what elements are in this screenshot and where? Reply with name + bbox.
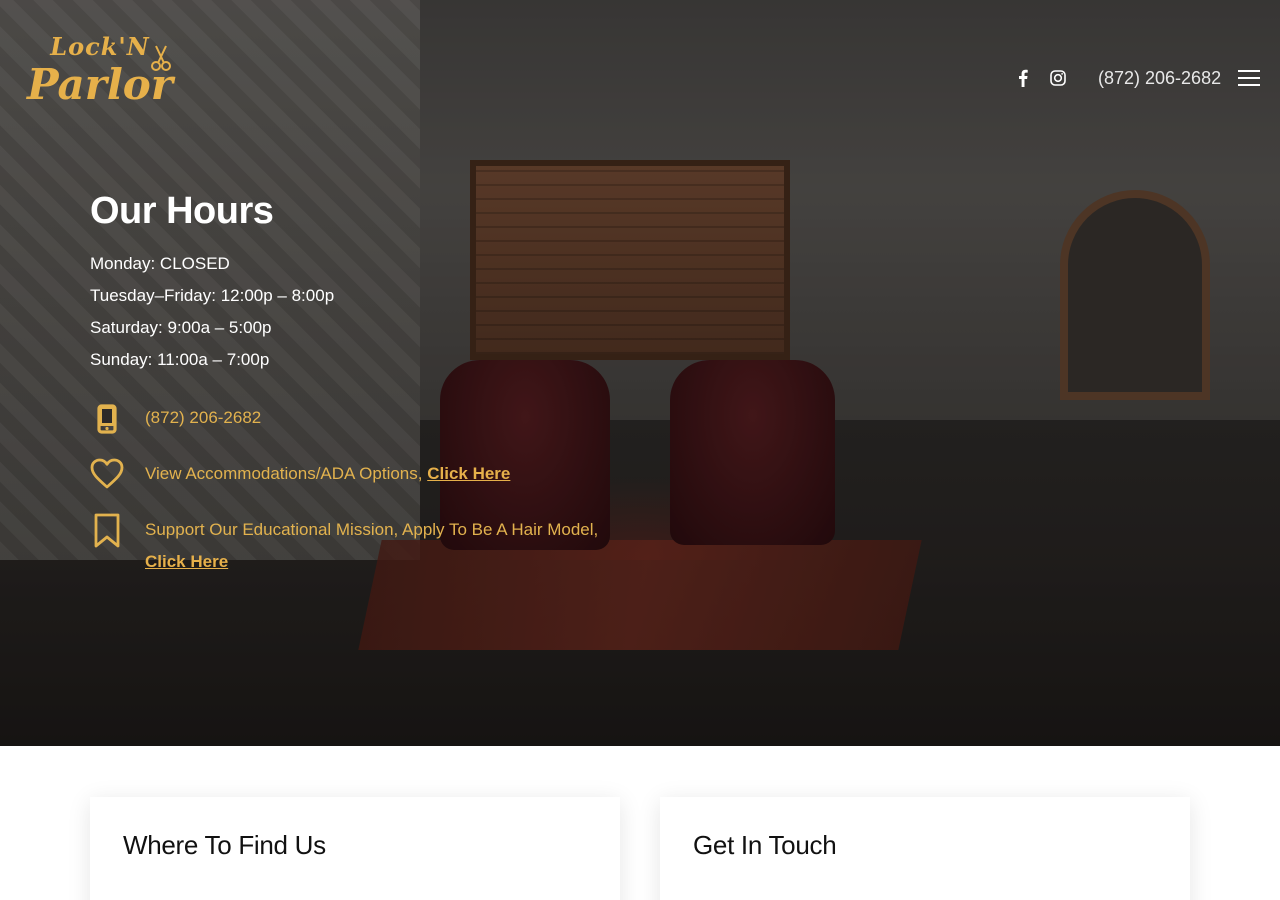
where-to-find-us-card: Where To Find Us — [90, 797, 620, 900]
hours-line-monday: Monday: CLOSED — [90, 254, 230, 273]
hero-overlay — [0, 0, 1280, 746]
get-in-touch-title: Get In Touch — [693, 830, 837, 860]
hero-background-photo — [0, 0, 1280, 746]
hours-line-saturday: Saturday: 9:00a – 5:00p — [90, 318, 272, 337]
get-in-touch-card: Get In Touch — [660, 797, 1190, 900]
accommodations-row: View Accommodations/ADA Options, Click H… — [145, 458, 510, 490]
header-phone-link[interactable]: (872) 206-2682 — [1098, 66, 1221, 90]
bookmark-icon — [93, 513, 121, 554]
hair-model-click-here-link[interactable]: Click Here — [145, 552, 228, 571]
info-phone-link[interactable]: (872) 206-2682 — [145, 402, 261, 434]
accommodations-click-here-link[interactable]: Click Here — [427, 464, 510, 483]
accommodations-text: View Accommodations/ADA Options, — [145, 464, 428, 483]
hair-model-row: Support Our Educational Mission, Apply T… — [145, 514, 645, 578]
heart-icon — [90, 458, 124, 495]
hair-model-text: Support Our Educational Mission, Apply T… — [145, 520, 599, 539]
mobile-phone-icon — [96, 404, 118, 439]
hours-title: Our Hours — [90, 190, 274, 232]
facebook-icon[interactable] — [1011, 66, 1035, 90]
hamburger-menu-icon[interactable] — [1238, 70, 1260, 88]
hours-line-tue-fri: Tuesday–Friday: 12:00p – 8:00p — [90, 286, 335, 305]
scissors-icon — [151, 45, 171, 71]
site-logo[interactable]: Lock'N Parlor — [26, 32, 174, 126]
instagram-icon[interactable] — [1046, 66, 1070, 90]
hours-line-sunday: Sunday: 11:00a – 7:00p — [90, 350, 270, 369]
where-to-find-us-title: Where To Find Us — [123, 830, 326, 860]
